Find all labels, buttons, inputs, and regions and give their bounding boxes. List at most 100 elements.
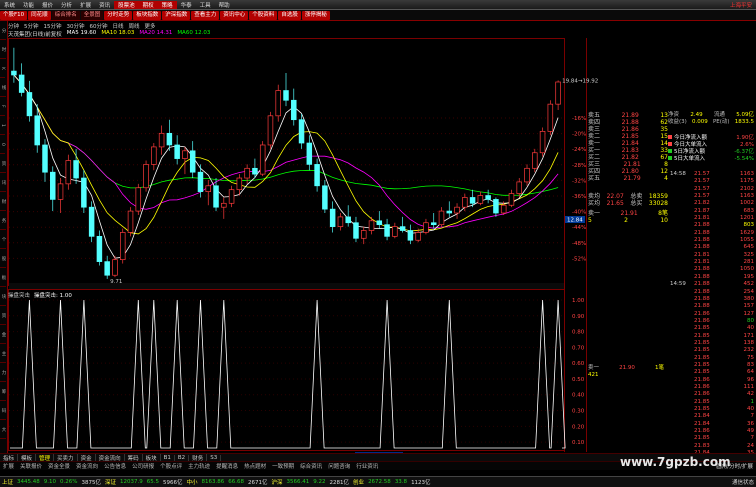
period-5[interactable]: 日线 [113, 22, 124, 30]
status-item: 1123亿 [411, 480, 431, 486]
tick-volume: 49 [747, 428, 754, 435]
extension-tab-8[interactable]: 提醒消息 [213, 462, 241, 470]
candle-body [516, 181, 522, 194]
queue-order: 2 [624, 217, 628, 224]
book-label: 买五 [588, 175, 601, 182]
period-7[interactable]: 更多 [145, 22, 156, 30]
period-0[interactable]: 分钟 [8, 22, 19, 30]
status-item: 33.8 [394, 479, 408, 485]
period-1[interactable]: 5分钟 [24, 22, 39, 30]
tick-price: 21.88 [694, 273, 710, 280]
indicator-tab-8[interactable]: B1 [161, 454, 175, 461]
book-price: 21.82 [621, 154, 639, 161]
tick-price: 21.83 [694, 442, 710, 449]
indicator-tab-1[interactable]: 模板 [18, 454, 37, 461]
tick-price: 21.87 [694, 207, 710, 214]
extension-tab-3[interactable]: 资金流向 [73, 462, 101, 470]
sellbox-row: 卖一 21.90 1笔 [586, 365, 666, 372]
period-2[interactable]: 15分钟 [44, 22, 62, 30]
book-price: 21.83 [621, 147, 639, 154]
indicator-tab-0[interactable]: 指标 [0, 454, 19, 461]
book-price: 21.84 [621, 140, 639, 147]
extension-tab-0[interactable]: 扩展 [0, 462, 17, 470]
indicator-tab-5[interactable]: 资金流向 [96, 454, 125, 461]
candle-body [135, 187, 142, 212]
candle-body [158, 132, 165, 148]
candle-body [221, 202, 227, 208]
indicator-tab-9[interactable]: B2 [175, 454, 190, 461]
tick-row: 21.88 1050 [692, 266, 756, 273]
legend-item-0: 天茂集团(日线)前复权 [8, 32, 62, 38]
indicator-tab-2[interactable]: 管理 [36, 454, 55, 461]
candle-body [322, 185, 328, 210]
tick-row: 21.84 36 [692, 421, 756, 428]
tick-volume: 1163 [740, 193, 754, 200]
indicator-tab-3[interactable]: 买卖力 [54, 454, 78, 461]
extension-tab-11[interactable]: 综合资讯 [297, 462, 325, 470]
indicator-tab-11[interactable]: S3 [207, 454, 222, 461]
period-3[interactable]: 30分钟 [67, 22, 85, 30]
extension-tab-2[interactable]: 资金全景 [45, 462, 73, 470]
extension-tab-6[interactable]: 个股点评 [157, 462, 185, 470]
tick-volume: 83 [747, 361, 754, 368]
book-label: 卖二 [588, 133, 601, 140]
candle-body [228, 189, 235, 204]
indicator-tab-6[interactable]: 筹码 [125, 454, 143, 461]
status-item: 上证 [2, 480, 14, 486]
extension-tab-7[interactable]: 主力轨迹 [185, 462, 213, 470]
tick-row: 21.57 1175 [692, 178, 756, 185]
tick-row: 21.57 2102 [692, 186, 756, 193]
summary-row: 买均 21.65 总买 33028 [586, 200, 670, 207]
tick-price: 21.85 [694, 398, 710, 405]
candle-body [555, 81, 561, 105]
extension-tab-9[interactable]: 热点题材 [241, 462, 269, 470]
osc-tick-label: 1.00 [572, 298, 585, 304]
tick-row: 21.86 80 [692, 318, 756, 325]
extension-tab-10[interactable]: 一致预期 [269, 462, 297, 470]
tick-row: 21.81 325 [692, 252, 756, 259]
candle-body [213, 185, 219, 208]
info-value: 1833.5 [734, 119, 754, 125]
extension-tab-4[interactable]: 公告信息 [101, 462, 129, 470]
tick-price: 21.85 [694, 339, 710, 346]
indicator-tab-4[interactable]: 资金 [78, 454, 96, 461]
candle-body [143, 164, 149, 189]
tick-price: 21.88 [694, 288, 710, 295]
osc-tick-label: 0.10 [572, 440, 585, 446]
tick-volume: 24 [747, 442, 754, 449]
period-toolbar: 分钟 5分钟 15分钟 30分钟 60分钟 日线 周线 更多 [8, 22, 156, 30]
book-price: 21.79 [623, 175, 641, 182]
tick-row: 21.88 195 [692, 274, 756, 281]
status-item: 12037.9 [120, 479, 143, 485]
tick-row: 21.84 7 [692, 413, 756, 420]
extension-tab-12[interactable]: 问题咨询 [325, 462, 353, 470]
tick-volume: 138 [743, 339, 755, 346]
indicator-tab-7[interactable]: 板块 [143, 454, 161, 461]
tick-price: 21.88 [694, 303, 710, 310]
tick-price: 21.86 [694, 376, 710, 383]
osc-tick-label: 0.90 [572, 314, 585, 320]
price-tick-label: -48% [572, 241, 586, 247]
extension-tab-1[interactable]: 关联报价 [17, 462, 45, 470]
ma-legend: 天茂集团(日线)前复权 MA5 19.60 MA10 18.03 MA20 14.31… [8, 30, 210, 38]
tick-volume: 281 [743, 259, 755, 266]
stock-info: 净资 2.49 流通 5.09亿 收益(3) 0.009 PE(动) 1833.5 [666, 112, 756, 126]
candle-body [275, 90, 281, 117]
flow-swatch [668, 149, 672, 153]
indicator-tab-10[interactable]: 财务 [189, 454, 208, 461]
extension-tab-13[interactable]: 行业资讯 [353, 462, 381, 470]
extension-tab-5[interactable]: 公司研报 [129, 462, 157, 470]
flow-row: 今日大单流入 2.6% [666, 142, 756, 149]
period-6[interactable]: 周线 [129, 22, 140, 30]
candle-body [399, 226, 406, 231]
period-4[interactable]: 60分钟 [90, 22, 108, 30]
tick-volume: 325 [743, 251, 755, 258]
tick-row: 21.85 1 [692, 399, 756, 406]
tick-price: 21.57 [694, 185, 710, 192]
flow-value: 2.6% [740, 142, 754, 148]
candle-body [18, 74, 25, 93]
sell-row: 卖四 21.88 62 [586, 119, 670, 126]
tick-row: 21.81 281 [692, 259, 756, 266]
legend-item-4: MA60 12.03 [177, 30, 211, 36]
summary-row: 卖均 22.07 总卖 18359 [586, 193, 670, 200]
